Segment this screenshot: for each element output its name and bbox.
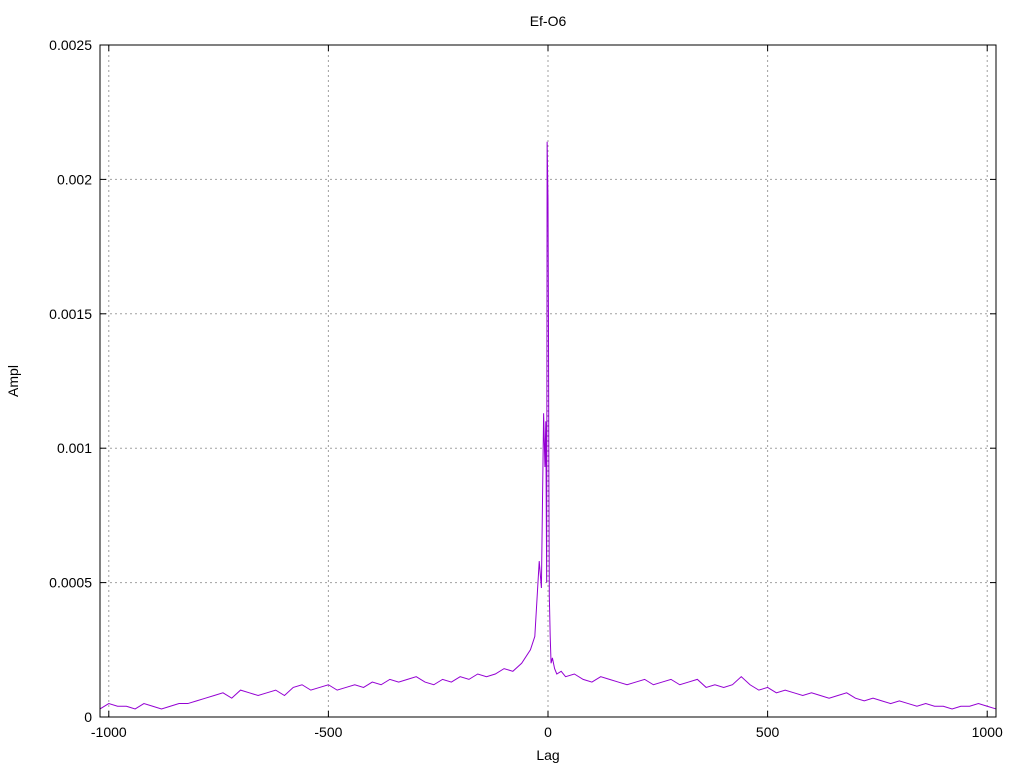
x-tick-label: 500 xyxy=(756,724,780,740)
x-tick-label: 1000 xyxy=(972,724,1003,740)
y-tick-label: 0.0015 xyxy=(49,306,92,322)
grid xyxy=(100,45,996,717)
chart-title: Ef-O6 xyxy=(530,13,567,29)
x-tick-label: -500 xyxy=(314,724,342,740)
x-tick-label: 0 xyxy=(544,724,552,740)
y-tick-label: 0.0025 xyxy=(49,37,92,53)
y-axis-label: Ampl xyxy=(5,365,21,397)
y-tick-label: 0 xyxy=(84,709,92,725)
x-tick-label: -1000 xyxy=(91,724,127,740)
y-tick-label: 0.001 xyxy=(57,440,92,456)
y-tick-label: 0.002 xyxy=(57,171,92,187)
axis-tick-labels: -1000 -500 0 500 1000 0 0.0005 0.001 0.0015 0.002… xyxy=(49,37,1003,740)
y-tick-label: 0.0005 xyxy=(49,575,92,591)
x-axis-label: Lag xyxy=(536,747,559,763)
chart: Ef-O6 Lag Ampl -1000 -500 0 500 1000 0 0.0005 0… xyxy=(5,13,1003,763)
